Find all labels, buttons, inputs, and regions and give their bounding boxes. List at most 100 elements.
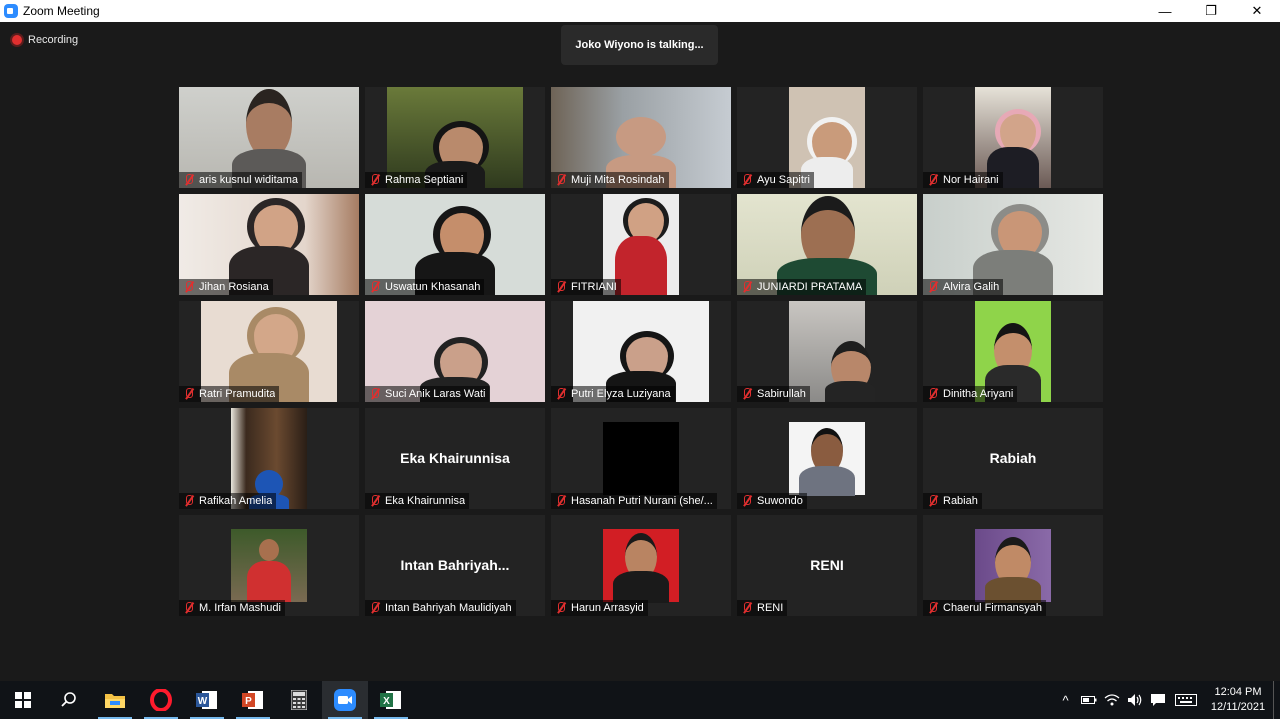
participant-name-bar: Eka Khairunnisa: [365, 493, 470, 509]
muted-mic-icon: [927, 494, 939, 508]
muted-mic-icon: [555, 494, 567, 508]
participant-tile[interactable]: Ayu Sapitri: [737, 87, 917, 188]
taskbar-word[interactable]: W: [184, 681, 230, 719]
muted-mic-icon: [183, 173, 195, 187]
muted-mic-icon: [555, 601, 567, 615]
battery-icon[interactable]: [1077, 681, 1100, 719]
muted-mic-icon: [741, 601, 753, 615]
muted-mic-icon: [555, 280, 567, 294]
participant-tile[interactable]: Harun Arrasyid: [551, 515, 731, 616]
muted-mic-icon: [927, 601, 939, 615]
participant-name: Rafikah Amelia: [199, 495, 273, 507]
action-center-icon[interactable]: [1146, 681, 1169, 719]
participant-name: Alvira Galih: [943, 281, 1000, 293]
taskbar-powerpoint[interactable]: P: [230, 681, 276, 719]
muted-mic-icon: [741, 494, 753, 508]
wifi-icon[interactable]: [1100, 681, 1123, 719]
muted-mic-icon: [927, 280, 939, 294]
participant-tile[interactable]: Alvira Galih: [923, 194, 1103, 295]
svg-text:W: W: [198, 696, 208, 707]
participant-name-bar: Hasanah Putri Nurani (she/...: [551, 493, 717, 509]
participant-name: JUNIARDI PRATAMA: [757, 281, 863, 293]
participant-name: Nor Hairani: [943, 174, 999, 186]
folder-icon: [105, 694, 125, 708]
close-button[interactable]: ✕: [1234, 0, 1280, 22]
calculator-icon: [291, 690, 307, 710]
clock-date: 12/11/2021: [1210, 701, 1266, 713]
participant-tile[interactable]: Eka Khairunnisa Eka Khairunnisa: [365, 408, 545, 509]
participant-tile[interactable]: FITRIANI: [551, 194, 731, 295]
participant-name: FITRIANI: [571, 281, 617, 293]
taskbar-calculator[interactable]: [276, 681, 322, 719]
muted-mic-icon: [183, 494, 195, 508]
participant-name: Sabirullah: [757, 388, 806, 400]
maximize-button[interactable]: ❐: [1188, 0, 1234, 22]
gallery-grid: aris kusnul widitama Rahma Septiani Muji…: [179, 87, 1103, 616]
participant-tile[interactable]: Intan Bahriyah... Intan Bahriyah Maulidi…: [365, 515, 545, 616]
participant-name-bar: Rahma Septiani: [365, 172, 468, 188]
participant-name: Jihan Rosiana: [199, 281, 269, 293]
participant-tile[interactable]: Suci Anik Laras Wati: [365, 301, 545, 402]
participant-video: [603, 529, 679, 603]
participant-tile[interactable]: Jihan Rosiana: [179, 194, 359, 295]
participant-name-bar: Nor Hairani: [923, 172, 1003, 188]
participant-video: [975, 529, 1051, 603]
recording-indicator[interactable]: Recording: [12, 34, 78, 46]
participant-tile[interactable]: Rafikah Amelia: [179, 408, 359, 509]
participant-video: [603, 422, 679, 495]
taskbar-clock[interactable]: 12:04 PM 12/11/2021: [1203, 685, 1273, 715]
participant-name-bar: Sabirullah: [737, 386, 810, 402]
participant-name: Harun Arrasyid: [571, 602, 644, 614]
zoom-app-icon: [4, 4, 18, 18]
minimize-button[interactable]: —: [1142, 0, 1188, 22]
start-button[interactable]: [0, 681, 46, 719]
windows-logo-icon: [15, 692, 31, 708]
participant-tile[interactable]: Ratri Pramudita: [179, 301, 359, 402]
participant-tile[interactable]: Sabirullah: [737, 301, 917, 402]
participant-name-bar: aris kusnul widitama: [179, 172, 303, 188]
participant-tile[interactable]: JUNIARDI PRATAMA: [737, 194, 917, 295]
show-desktop-button[interactable]: [1273, 681, 1280, 719]
participant-tile[interactable]: Uswatun Khasanah: [365, 194, 545, 295]
taskbar-file-explorer[interactable]: [92, 681, 138, 719]
taskbar-excel[interactable]: X: [368, 681, 414, 719]
recording-label: Recording: [28, 34, 79, 46]
search-button[interactable]: [46, 681, 92, 719]
participant-tile[interactable]: Putri Elyza Luziyana: [551, 301, 731, 402]
volume-icon[interactable]: [1123, 681, 1146, 719]
participant-display-name: Intan Bahriyah...: [400, 557, 510, 573]
taskbar-opera[interactable]: [138, 681, 184, 719]
participant-name-bar: M. Irfan Mashudi: [179, 600, 285, 616]
participant-tile[interactable]: Hasanah Putri Nurani (she/...: [551, 408, 731, 509]
participant-name: Muji Mita Rosindah: [571, 174, 665, 186]
participant-tile[interactable]: M. Irfan Mashudi: [179, 515, 359, 616]
participant-tile[interactable]: Nor Hairani: [923, 87, 1103, 188]
participant-name: RENI: [757, 602, 784, 614]
participant-name-bar: Rafikah Amelia: [179, 493, 277, 509]
participant-tile[interactable]: Rabiah Rabiah: [923, 408, 1103, 509]
participant-name-bar: Dinitha Ariyani: [923, 386, 1018, 402]
participant-name: Suwondo: [757, 495, 803, 507]
participant-display-name: RENI: [810, 557, 844, 573]
participant-name: Rahma Septiani: [385, 174, 464, 186]
participant-tile[interactable]: Chaerul Firmansyah: [923, 515, 1103, 616]
participant-tile[interactable]: Suwondo: [737, 408, 917, 509]
active-speaker-banner: Joko Wiyono is talking...: [561, 25, 718, 65]
opera-icon: [150, 689, 172, 711]
participant-tile[interactable]: RENI RENI: [737, 515, 917, 616]
participant-name: Rabiah: [943, 495, 978, 507]
taskbar-zoom[interactable]: [322, 681, 368, 719]
participant-name: Chaerul Firmansyah: [943, 602, 1043, 614]
participant-tile[interactable]: Rahma Septiani: [365, 87, 545, 188]
participant-name-bar: Rabiah: [923, 493, 982, 509]
participant-tile[interactable]: Dinitha Ariyani: [923, 301, 1103, 402]
touch-keyboard-icon[interactable]: [1169, 681, 1203, 719]
window-title: Zoom Meeting: [23, 4, 100, 18]
participant-video: [231, 529, 307, 602]
powerpoint-icon: P: [242, 691, 263, 709]
participant-tile[interactable]: Muji Mita Rosindah: [551, 87, 731, 188]
window-controls: — ❐ ✕: [1142, 0, 1280, 22]
participant-name-bar: Harun Arrasyid: [551, 600, 648, 616]
participant-tile[interactable]: aris kusnul widitama: [179, 87, 359, 188]
show-hidden-icons-chevron-icon[interactable]: ^: [1054, 681, 1077, 719]
